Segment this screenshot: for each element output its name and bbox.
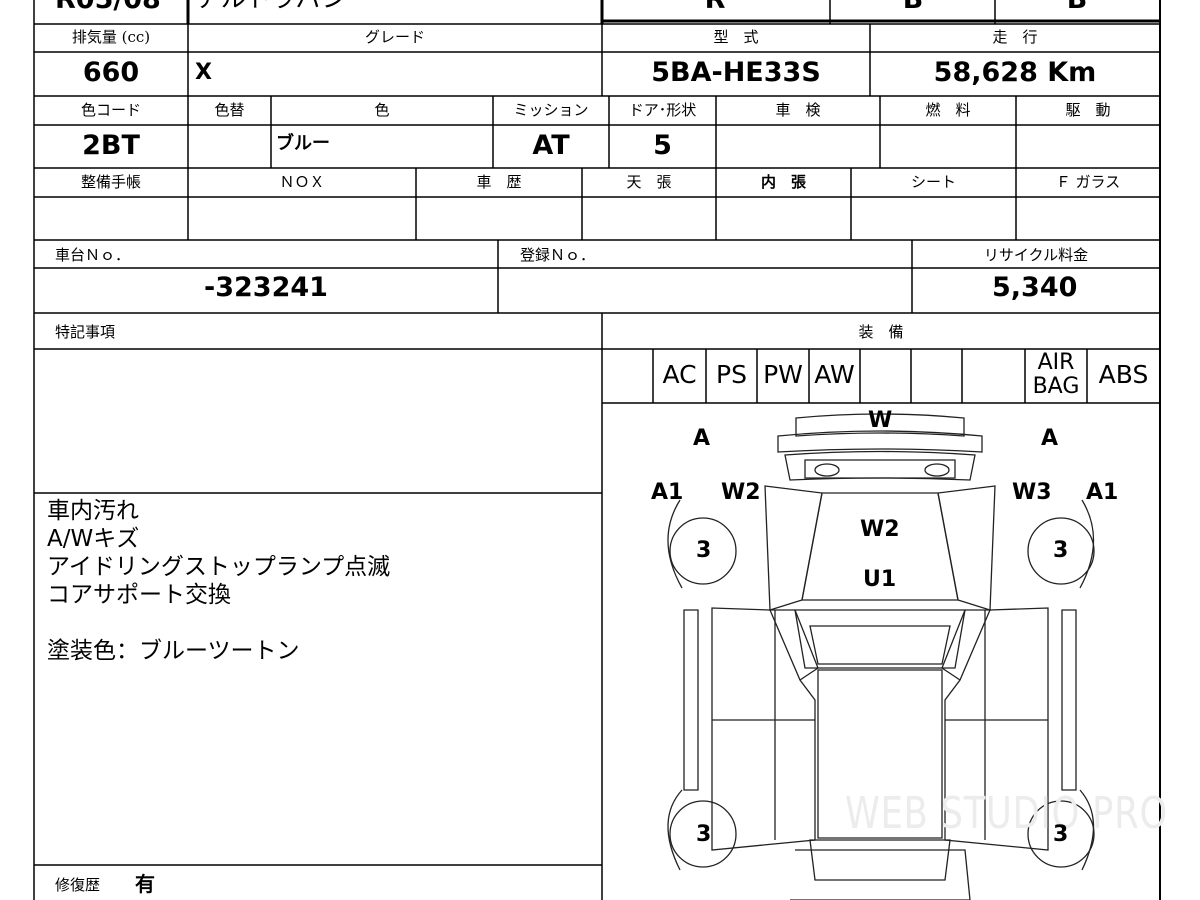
- mark-a1-left: A1: [651, 480, 684, 505]
- auction-sheet: R05/08 アルトラパン R B B 排気量 (cc) グレード 型 式 走 …: [0, 0, 1200, 900]
- equipment-abs: ABS: [1098, 360, 1149, 389]
- watermark: WEB STUDIO PRO: [845, 788, 1168, 839]
- remark-line: A/Wキズ: [47, 526, 140, 552]
- remark-line: 車内汚れ: [47, 498, 139, 524]
- remark-line: 塗装色：ブルーツートン: [47, 638, 300, 664]
- score-1: R: [690, 0, 740, 13]
- mark-a1-right: A1: [1086, 480, 1119, 505]
- car-history-label: 車 歴: [476, 173, 522, 191]
- chassis-number-value: -323241: [204, 272, 328, 303]
- remarks-notes: 車内汚れ A/Wキズ アイドリングストップランプ点滅 コアサポート交換 塗装色：…: [47, 497, 390, 665]
- roof-lining-label: 天 張: [626, 173, 672, 191]
- mark-front-left: A: [693, 426, 711, 451]
- repair-history-value: 有: [135, 872, 155, 896]
- remark-line: [47, 609, 390, 637]
- color-change-label: 色替: [214, 101, 245, 119]
- mission-value: AT: [532, 130, 570, 161]
- color-label: 色: [374, 101, 390, 119]
- model-name: アルトラパン: [196, 0, 347, 11]
- color-code-label: 色コード: [80, 101, 141, 119]
- tire-rear-right: 3: [1053, 822, 1069, 847]
- score-2: B: [888, 0, 938, 13]
- auction-date: R05/08: [55, 0, 161, 13]
- mark-windshield-top: W: [868, 408, 893, 433]
- displacement-value: 660: [82, 57, 140, 88]
- recycle-fee-label: リサイクル料金: [983, 246, 1089, 264]
- equipment-airbag-line2: BAG: [1032, 374, 1080, 399]
- mark-w2-center: W2: [860, 517, 900, 542]
- equipment-aw: AW: [814, 360, 855, 389]
- grade-value: X: [195, 60, 212, 85]
- remark-line: コアサポート交換: [47, 582, 231, 608]
- front-glass-label: Ｆ ガラス: [1055, 173, 1121, 191]
- drive-label: 駆 動: [1065, 101, 1111, 119]
- remark-line: アイドリングストップランプ点滅: [47, 554, 391, 580]
- equipment-ac: AC: [662, 360, 697, 389]
- equipment-airbag-line1: AIR: [1037, 350, 1075, 375]
- equipment-ps: PS: [716, 360, 747, 389]
- type-label: 型 式: [713, 28, 759, 46]
- color-value: ブルー: [276, 133, 330, 154]
- interior-lining-label: 内 張: [760, 173, 806, 191]
- color-code-value: 2BT: [82, 130, 140, 161]
- seat-label: シート: [910, 173, 956, 191]
- fuel-label: 燃 料: [925, 101, 971, 119]
- score-3: B: [1052, 0, 1102, 13]
- remarks-label: 特記事項: [55, 323, 116, 341]
- mark-w2-left: W2: [721, 480, 761, 505]
- mark-u1-center: U1: [863, 567, 897, 592]
- chassis-number-label: 車台Ｎｏ．: [55, 246, 131, 264]
- door-shape-label: ドア･形状: [628, 101, 697, 119]
- inspection-label: 車 検: [775, 101, 821, 119]
- mission-label: ミッション: [513, 101, 589, 119]
- repair-history-label: 修復歴: [55, 876, 101, 894]
- mileage-label: 走 行: [992, 28, 1038, 46]
- displacement-label: 排気量 (cc): [71, 28, 151, 46]
- tire-rear-left: 3: [696, 822, 712, 847]
- equipment-pw: PW: [763, 360, 803, 389]
- mark-front-right: A: [1041, 426, 1059, 451]
- equipment-label: 装 備: [858, 323, 904, 341]
- mileage-value: 58,628 Km: [933, 57, 1097, 88]
- tire-front-right: 3: [1053, 538, 1069, 563]
- grade-label: グレード: [364, 28, 425, 46]
- recycle-fee-value: 5,340: [992, 272, 1078, 303]
- nox-label: ＮＯＸ: [279, 173, 325, 191]
- mark-w3-right: W3: [1012, 480, 1052, 505]
- type-value: 5BA-HE33S: [651, 57, 821, 88]
- door-value: 5: [653, 130, 672, 161]
- registration-number-label: 登録Ｎｏ．: [520, 246, 596, 264]
- maintenance-book-label: 整備手帳: [80, 173, 141, 191]
- tire-front-left: 3: [696, 538, 712, 563]
